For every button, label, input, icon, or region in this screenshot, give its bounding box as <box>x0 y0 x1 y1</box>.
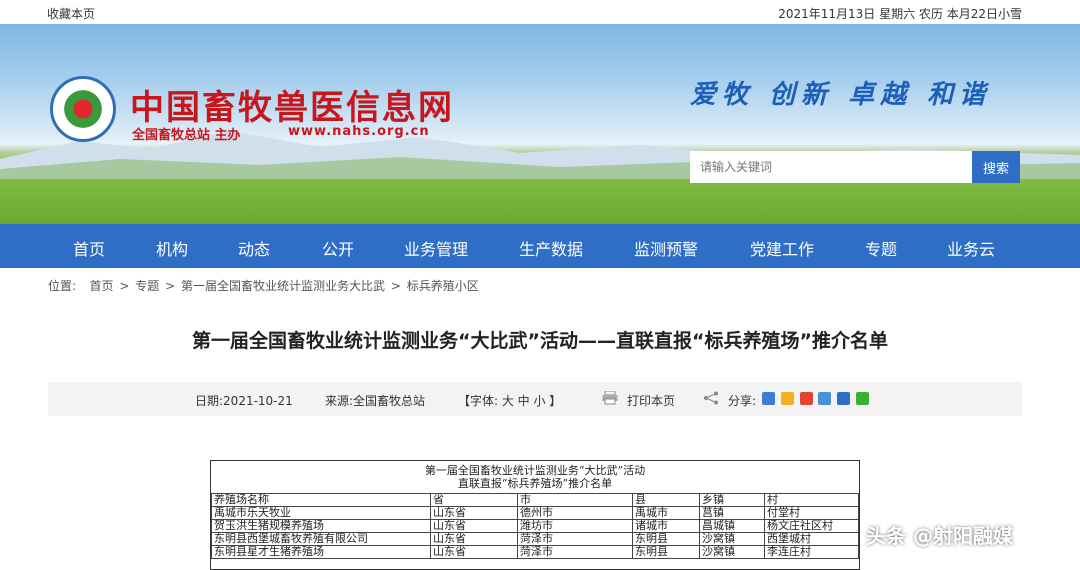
table-cell: 东明县 <box>632 545 700 559</box>
table-cell: 莒镇 <box>699 506 765 520</box>
site-url: www.nahs.org.cn <box>288 124 430 139</box>
table-cell: 山东省 <box>430 532 518 546</box>
breadcrumb-separator: > <box>390 279 401 293</box>
table-row: 禹城市乐天牧业 山东省 德州市 禹城市 莒镇 付堂村 <box>211 506 859 520</box>
search-input[interactable] <box>690 151 972 183</box>
nav-item-party[interactable]: 党建工作 <box>750 236 814 260</box>
site-name: 中国畜牧兽医信息网 <box>130 88 454 128</box>
site-sponsor: 全国畜牧总站 主办 <box>132 128 241 143</box>
table-cell: 李连庄村 <box>764 545 859 559</box>
share-star-icon[interactable] <box>780 392 794 405</box>
print-link[interactable]: 打印本页 <box>627 392 675 409</box>
share-buttons <box>762 391 871 405</box>
table-cell: 菏泽市 <box>517 532 633 546</box>
table-cell: 贺玉洪生猪规模养殖场 <box>211 519 431 533</box>
table-cell: 西堡城村 <box>764 532 859 546</box>
article-date: 日期:2021-10-21 <box>195 394 293 408</box>
table-row: 东明县西堡城畜牧养殖有限公司 山东省 菏泽市 东明县 沙窝镇 西堡城村 <box>211 532 859 546</box>
article-title: 第一届全国畜牧业统计监测业务“大比武”活动——直联直报“标兵养殖场”推介名单 <box>192 330 888 352</box>
table-header-cell: 县 <box>632 493 700 507</box>
nav-item-topics[interactable]: 专题 <box>865 236 897 260</box>
printer-icon[interactable] <box>602 390 618 408</box>
nav-item-production-data[interactable]: 生产数据 <box>519 236 583 260</box>
share-icon <box>703 391 719 408</box>
logo-emblem-icon <box>61 87 105 131</box>
font-size-control[interactable]: 【字体: 大 中 小 】 <box>458 392 561 409</box>
breadcrumb-separator: > <box>165 279 176 293</box>
table-cell: 昌城镇 <box>699 519 765 533</box>
table-cell: 山东省 <box>430 506 518 520</box>
article-source: 来源:全国畜牧总站 <box>325 394 426 408</box>
share-weibo-icon[interactable] <box>799 392 813 405</box>
table-cell: 潍坊市 <box>517 519 633 533</box>
table-row: 东明县星才生猪养殖场 山东省 菏泽市 东明县 沙窝镇 李连庄村 <box>211 545 859 559</box>
table-header-cell: 养殖场名称 <box>211 493 431 507</box>
document-heading-line1: 第一届全国畜牧业统计监测业务“大比武”活动 <box>424 464 646 477</box>
table-header-cell: 乡镇 <box>699 493 765 507</box>
breadcrumb-separator: > <box>119 279 130 293</box>
breadcrumb-item-topics[interactable]: 专题 <box>135 279 159 293</box>
nav-item-business[interactable]: 业务管理 <box>404 236 468 260</box>
site-logo[interactable] <box>50 76 116 142</box>
breadcrumb-label: 位置: <box>48 279 77 293</box>
table-header-cell: 村 <box>764 493 859 507</box>
nav-item-public[interactable]: 公开 <box>322 236 354 260</box>
share-label: 分享: <box>728 394 757 408</box>
share-qzone-icon[interactable] <box>762 392 775 405</box>
table-cell: 沙窝镇 <box>699 545 765 559</box>
main-nav: 首页 机构 动态 公开 业务管理 生产数据 监测预警 党建工作 专题 业务云 <box>0 224 1080 268</box>
header-banner: 中国畜牧兽医信息网 全国畜牧总站 主办 www.nahs.org.cn 爱牧 创… <box>0 24 1080 224</box>
search-button[interactable]: 搜索 <box>972 151 1020 183</box>
table-header-cell: 市 <box>517 493 633 507</box>
breadcrumb-item-home[interactable]: 首页 <box>90 279 114 293</box>
share-wechat-icon[interactable] <box>856 392 870 405</box>
table-cell: 菏泽市 <box>517 545 633 559</box>
table-cell: 杨文庄社区村 <box>764 519 859 533</box>
table-header-row: 养殖场名称 省 市 县 乡镇 村 <box>211 493 859 507</box>
farm-table: 养殖场名称 省 市 县 乡镇 村 禹城市乐天牧业 山东省 德州市 禹城市 莒镇 … <box>211 493 859 559</box>
top-bar: 收藏本页 2021年11月13日 星期六 农历 本月22日小雪 <box>0 0 1080 24</box>
breadcrumb: 位置: 首页 > 专题 > 第一届全国畜牧业统计监测业务大比武 > 标兵养殖小区 <box>48 277 481 294</box>
date-display: 2021年11月13日 星期六 农历 本月22日小雪 <box>778 7 1022 21</box>
table-cell: 东明县星才生猪养殖场 <box>211 545 431 559</box>
table-cell: 东明县西堡城畜牧养殖有限公司 <box>211 532 431 546</box>
table-cell: 诸城市 <box>632 519 700 533</box>
nav-item-home[interactable]: 首页 <box>73 236 105 260</box>
breadcrumb-item-current[interactable]: 标兵养殖小区 <box>407 279 479 293</box>
table-cell: 东明县 <box>632 532 700 546</box>
table-cell: 德州市 <box>517 506 633 520</box>
table-cell: 禹城市乐天牧业 <box>211 506 431 520</box>
breadcrumb-item-competition[interactable]: 第一届全国畜牧业统计监测业务大比武 <box>181 279 385 293</box>
watermark: 头条 @射阳融媒 <box>866 524 1013 548</box>
nav-item-news[interactable]: 动态 <box>238 236 270 260</box>
document-image: 第一届全国畜牧业统计监测业务“大比武”活动 直联直报“标兵养殖场”推介名单 养殖… <box>210 460 860 570</box>
share-renren-icon[interactable] <box>837 392 851 405</box>
nav-item-monitoring[interactable]: 监测预警 <box>634 236 698 260</box>
document-heading-line2: 直联直报“标兵养殖场”推介名单 <box>457 477 613 490</box>
nav-item-business-cloud[interactable]: 业务云 <box>947 236 995 260</box>
table-cell: 山东省 <box>430 519 518 533</box>
table-cell: 付堂村 <box>764 506 859 520</box>
article-info-bar: 日期:2021-10-21 来源:全国畜牧总站 【字体: 大 中 小 】 打印本… <box>48 382 1022 416</box>
table-row: 贺玉洪生猪规模养殖场 山东省 潍坊市 诸城市 昌城镇 杨文庄社区村 <box>211 519 859 533</box>
share-tencent-icon[interactable] <box>818 392 832 405</box>
favorite-link[interactable]: 收藏本页 <box>47 5 95 22</box>
site-slogan: 爱牧 创新 卓越 和谐 <box>690 80 992 110</box>
table-cell: 山东省 <box>430 545 518 559</box>
table-cell: 禹城市 <box>632 506 700 520</box>
table-cell: 沙窝镇 <box>699 532 765 546</box>
table-header-cell: 省 <box>430 493 518 507</box>
nav-item-organization[interactable]: 机构 <box>156 236 188 260</box>
